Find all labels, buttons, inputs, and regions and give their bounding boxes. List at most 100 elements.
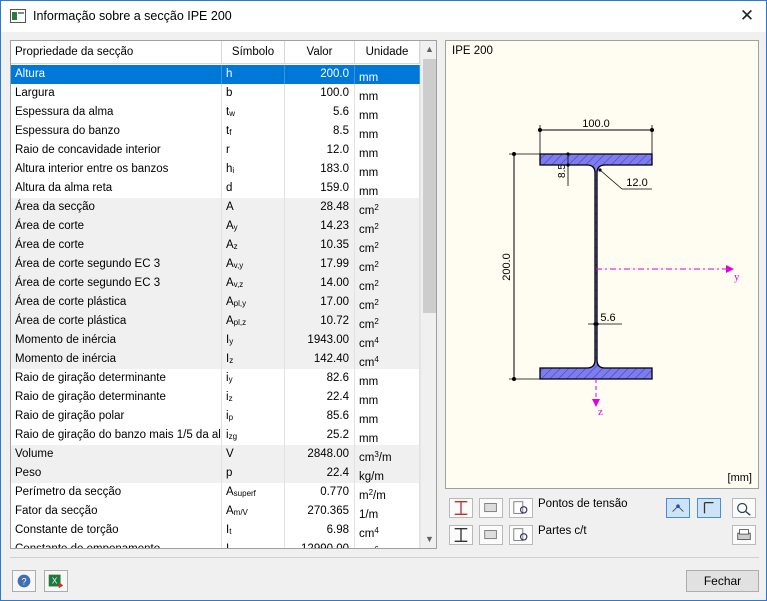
unit-main: kg/m (359, 471, 384, 483)
table-row[interactable]: Área da secção A 28.48 cm2 (11, 198, 420, 217)
cell-property: Área de corte plástica (11, 312, 222, 331)
cell-unit: cm2 (355, 198, 420, 217)
table-row[interactable]: Espessura da alma tw 5.6 mm (11, 103, 420, 122)
ct-parts-label: Partes c/t (538, 525, 587, 537)
cell-symbol: Am/V (222, 502, 285, 521)
unit-label: [mm] (727, 472, 752, 484)
cell-property: Área de corte (11, 236, 222, 255)
symbol-main: d (226, 182, 233, 194)
show-axes-button[interactable] (666, 498, 690, 518)
col-header-symbol[interactable]: Símbolo (222, 41, 285, 64)
table-row[interactable]: Raio de giração polar ip 85.6 mm (11, 407, 420, 426)
table-row[interactable]: Altura interior entre os banzos hi 183.0 mm (11, 160, 420, 179)
cell-value: 22.4 (285, 464, 355, 483)
table-row[interactable]: Perímetro da secção Asuperf 0.770 m2/m (11, 483, 420, 502)
table-row[interactable]: Constante de torção It 6.98 cm4 (11, 521, 420, 540)
table-row[interactable]: Constante de empenamentoIw12990.00cm6 (11, 540, 420, 548)
col-header-value[interactable]: Valor (285, 41, 355, 64)
cell-unit: cm4 (355, 331, 420, 350)
cell-unit: cm2 (355, 274, 420, 293)
unit-main: mm (359, 91, 379, 103)
svg-text:?: ? (21, 577, 26, 587)
cell-value: 0.770 (285, 483, 355, 502)
symbol-main: A (226, 258, 234, 270)
cell-symbol: A (222, 198, 285, 217)
table-row[interactable]: Volume V 2848.00 cm3/m (11, 445, 420, 464)
cell-property: Área de corte segundo EC 3 (11, 255, 222, 274)
symbol-subscript: t (229, 527, 232, 536)
table-row[interactable]: Área de corte segundo EC 3 Av,y 17.99 cm2 (11, 255, 420, 274)
table-row[interactable]: Fator da secção Am/V 270.365 1/m (11, 502, 420, 521)
axis-z-label: z (598, 406, 603, 418)
vertical-scrollbar[interactable]: ▲ ▼ (420, 41, 436, 548)
unit-main: cm (359, 338, 375, 350)
table-row[interactable]: Raio de giração determinante iy 82.6 mm (11, 369, 420, 388)
symbol-main: A (226, 220, 234, 232)
table-row[interactable]: Raio de giração do banzo mais 1/5 da alt… (11, 426, 420, 445)
cell-symbol: Iz (222, 350, 285, 369)
table-row[interactable]: Momento de inércia Iz 142.40 cm4 (11, 350, 420, 369)
symbol-subscript: w (229, 546, 235, 548)
scroll-down-icon[interactable]: ▼ (421, 531, 436, 548)
table-row[interactable]: Área de corte plástica Apl,y 17.00 cm2 (11, 293, 420, 312)
help-button[interactable]: ? (12, 570, 36, 592)
cell-symbol: iy (222, 369, 285, 388)
table-row[interactable]: Área de corte Az 10.35 cm2 (11, 236, 420, 255)
cell-unit: mm (355, 407, 420, 426)
cell-property: Fator da secção (11, 502, 222, 521)
table-row[interactable]: Área de corte segundo EC 3 Av,z 14.00 cm2 (11, 274, 420, 293)
table-row[interactable]: Área de corte Ay 14.23 cm2 (11, 217, 420, 236)
cell-symbol: d (222, 179, 285, 198)
table-row[interactable]: Raio de giração determinante iz 22.4 mm (11, 388, 420, 407)
close-button[interactable]: Fechar (686, 570, 759, 592)
unit-main: cm (359, 319, 375, 331)
symbol-main: V (226, 448, 234, 460)
cell-value: 17.99 (285, 255, 355, 274)
symbol-subscript: v,y (233, 261, 244, 270)
table-row[interactable]: Raio de concavidade interior r 12.0 mm (11, 141, 420, 160)
close-icon[interactable]: ✕ (736, 5, 758, 27)
export-excel-button[interactable]: X (44, 570, 68, 592)
table-row[interactable]: Momento de inércia Iy 1943.00 cm4 (11, 331, 420, 350)
cell-unit: cm2 (355, 255, 420, 274)
cell-property: Raio de concavidade interior (11, 141, 222, 160)
col-header-unit[interactable]: Unidade (355, 41, 420, 64)
unit-main: cm (359, 528, 375, 540)
cell-value: 6.98 (285, 521, 355, 540)
col-header-property[interactable]: Propriedade da secção (11, 41, 222, 64)
numbering-button[interactable] (479, 498, 503, 518)
symbol-main: A (226, 277, 234, 289)
scrollbar-thumb[interactable] (423, 59, 436, 313)
unit-exponent: 2 (374, 241, 379, 250)
table-row[interactable]: Peso p 22.4 kg/m (11, 464, 420, 483)
cell-property: Espessura do banzo (11, 122, 222, 141)
unit-exponent: 4 (374, 336, 379, 345)
cell-value: 270.365 (285, 502, 355, 521)
ct-parts-display-button[interactable] (449, 525, 473, 545)
cell-unit: m2/m (355, 483, 420, 502)
ct-parts-details-button[interactable] (509, 525, 533, 545)
unit-main: mm (359, 72, 379, 84)
table-header: Propriedade da secção Símbolo Valor Unid… (11, 41, 420, 64)
unit-exponent: 2 (374, 298, 379, 307)
table-row[interactable]: Altura da alma reta d 159.0 mm (11, 179, 420, 198)
scroll-up-icon[interactable]: ▲ (421, 41, 436, 58)
table-row[interactable]: Largura b 100.0 mm (11, 84, 420, 103)
symbol-subscript: pl,z (233, 318, 247, 327)
principal-axes-button[interactable] (697, 498, 721, 518)
reset-view-button[interactable] (732, 498, 756, 518)
cell-symbol: Av,y (222, 255, 285, 274)
print-icon[interactable] (732, 525, 756, 545)
cell-property: Constante de torção (11, 521, 222, 540)
cell-value: 12990.00 (285, 540, 355, 548)
stress-points-details-button[interactable] (509, 498, 533, 518)
table-row[interactable]: Área de corte plástica Apl,z 10.72 cm2 (11, 312, 420, 331)
table-row[interactable]: Altura h 200.0 mm (11, 65, 420, 84)
show-dimensions-button[interactable] (449, 498, 473, 518)
symbol-subscript: z (228, 394, 233, 403)
table-row[interactable]: Espessura do banzo tf 8.5 mm (11, 122, 420, 141)
ct-numbering-button[interactable] (479, 525, 503, 545)
cell-unit: cm2 (355, 312, 420, 331)
cell-unit: kg/m (355, 464, 420, 483)
symbol-subscript: y (229, 337, 234, 346)
